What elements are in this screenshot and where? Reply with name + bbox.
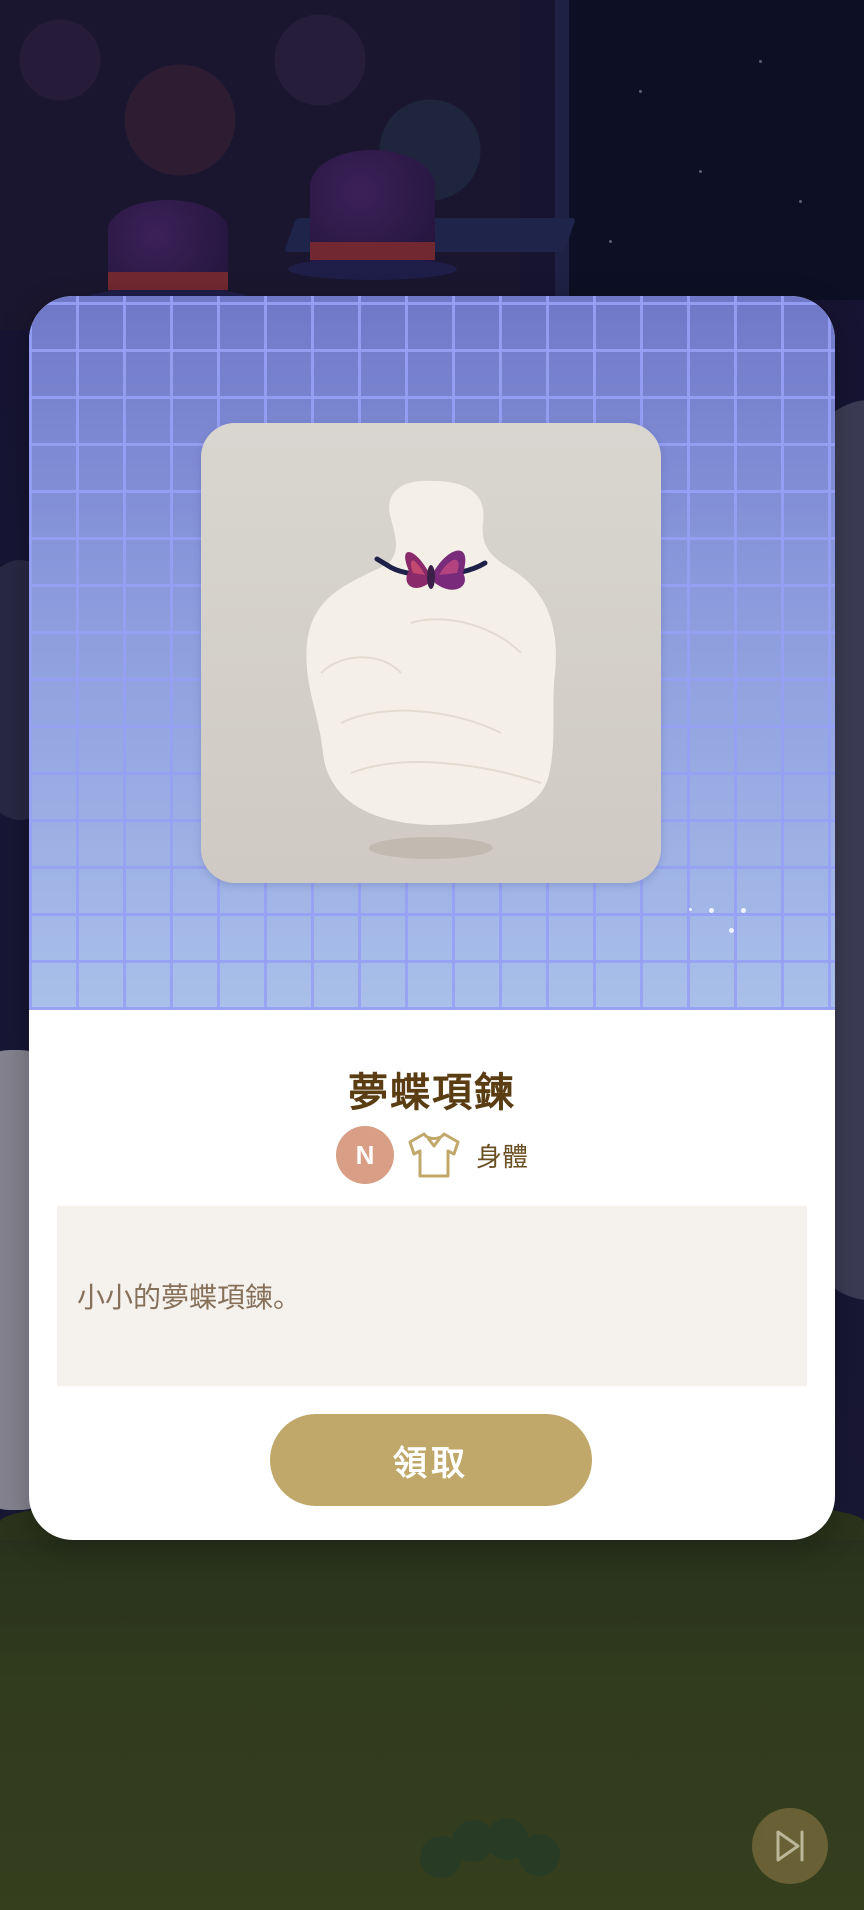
rarity-badge: N [335, 1126, 394, 1184]
item-title: 夢蝶項鍊 [348, 1070, 516, 1116]
butterfly-necklace-icon [306, 480, 556, 859]
reward-dialog: 夢蝶項鍊 N 身體 小小的夢蝶項鍊。 領取 [29, 296, 835, 1540]
skip-forward-icon [776, 1830, 804, 1862]
item-description: 小小的夢蝶項鍊。 [77, 1281, 302, 1314]
item-image-card [201, 423, 661, 883]
description-box: 小小的夢蝶項鍊。 [57, 1206, 807, 1386]
item-preview-panel [29, 296, 835, 1010]
shirt-icon [404, 1127, 464, 1183]
item-meta-row: N 身體 [29, 1126, 835, 1184]
slot-label: 身體 [475, 1142, 528, 1173]
claim-button[interactable]: 領取 [270, 1414, 592, 1506]
skip-button[interactable] [752, 1808, 828, 1884]
